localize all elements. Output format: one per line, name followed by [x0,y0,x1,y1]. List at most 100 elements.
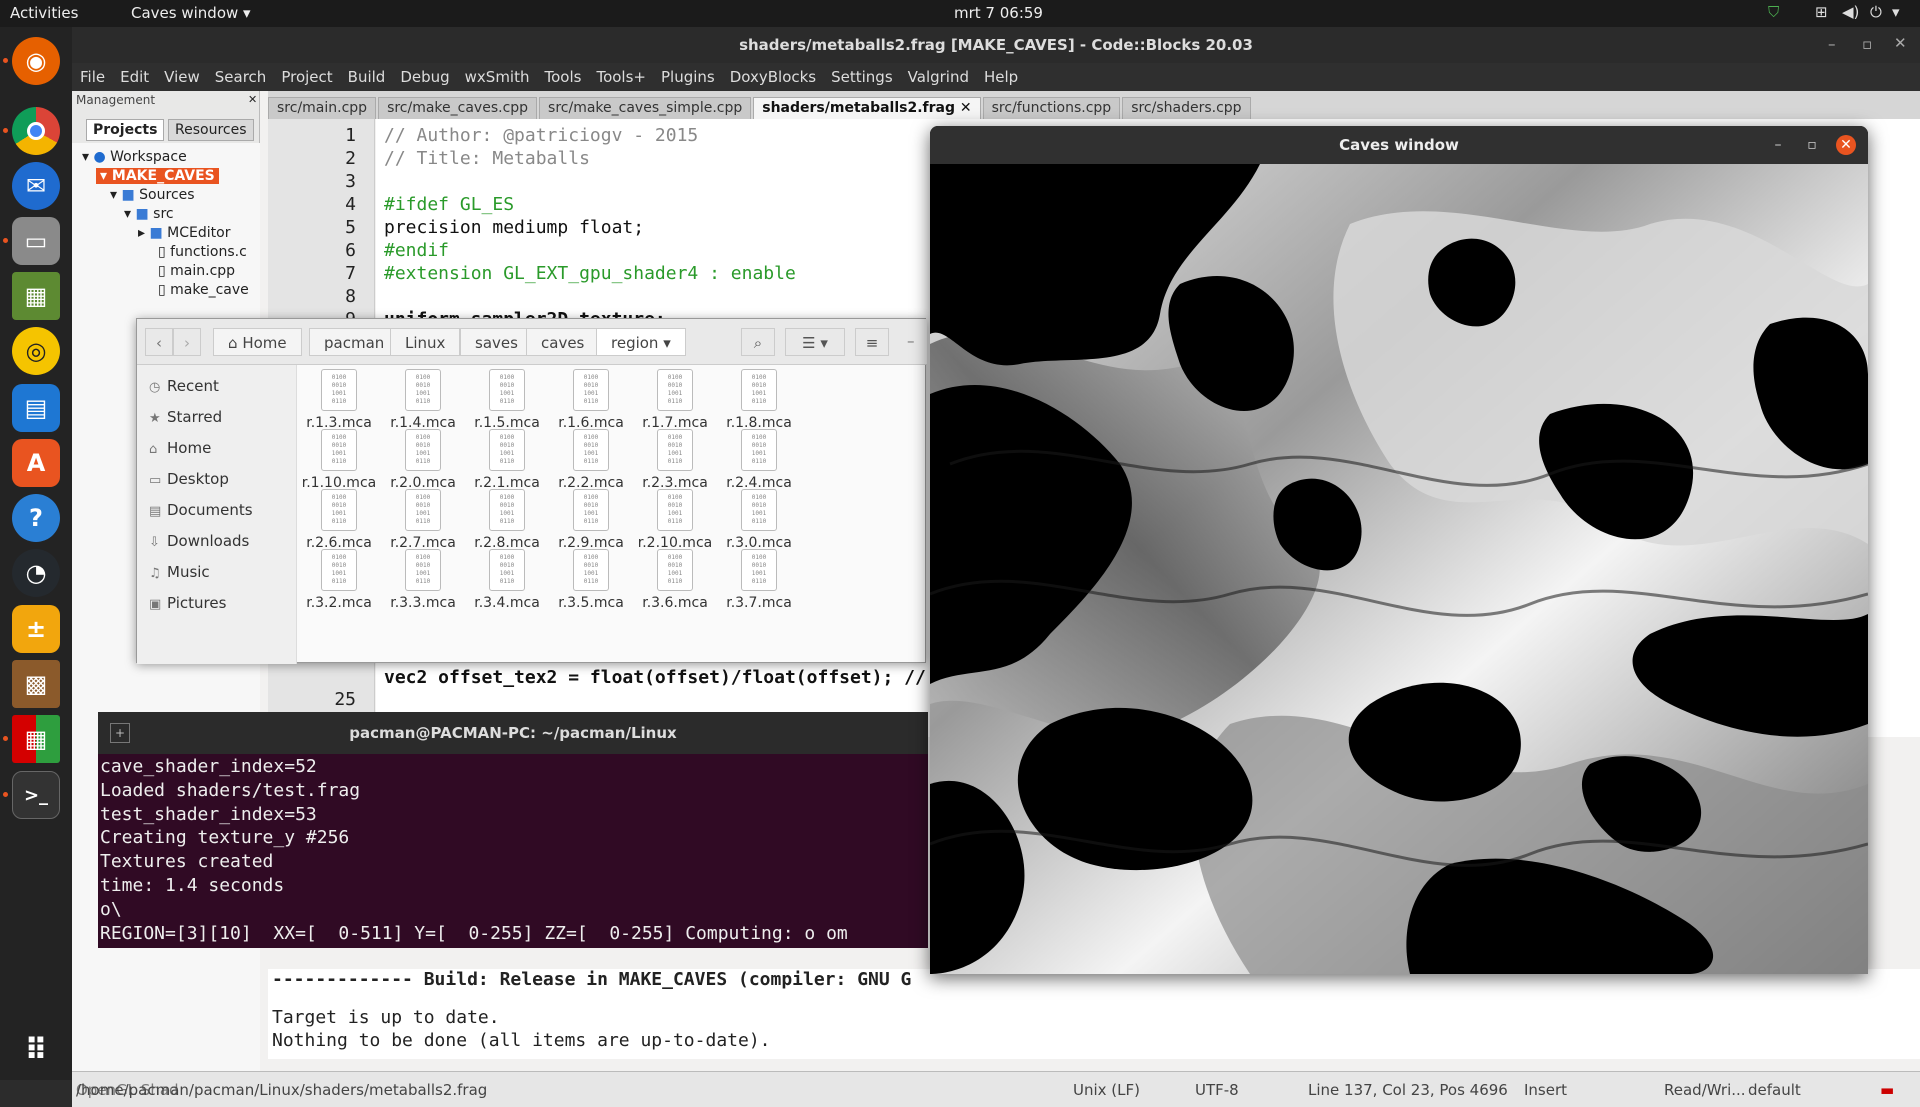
tab-resources[interactable]: Resources [168,119,254,141]
menu-build[interactable]: Build [348,68,386,86]
close-icon[interactable]: ✕ [1894,34,1907,52]
thunderbird-icon[interactable]: ✉ [12,162,60,210]
sidebar-item-label: Desktop [167,470,229,488]
help-icon[interactable]: ? [12,494,60,542]
sidebar-item-recent[interactable]: ◷ Recent [149,377,219,395]
minimize-icon[interactable]: – [907,332,915,350]
tab-make-caves-cpp[interactable]: src/make_caves.cpp [378,97,538,119]
binary-file-icon: 0100 0010 1001 0110 [741,489,777,531]
crafting-icon[interactable]: ▩ [12,660,60,708]
tab-make-caves-simple-cpp[interactable]: src/make_caves_simple.cpp [539,97,752,119]
back-icon[interactable]: ‹ [145,328,173,356]
breadcrumb-pacman[interactable]: pacman [309,328,400,356]
menu-plugins[interactable]: Plugins [661,68,715,86]
sidebar-item-label: Recent [167,377,219,395]
menu-wxsmith[interactable]: wxSmith [465,68,530,86]
tab-main-cpp[interactable]: src/main.cpp [268,97,377,119]
sidebar-item-documents[interactable]: ▤ Documents [149,501,253,519]
close-icon[interactable]: ✕ [248,93,257,106]
sidebar-item-label: Downloads [167,532,250,550]
menu-file[interactable]: File [80,68,105,86]
line-number: 8 [345,286,356,307]
maximize-icon[interactable]: ▫ [1802,135,1822,155]
binary-file-icon: 0100 0010 1001 0110 [657,549,693,591]
maximize-icon[interactable]: ▫ [1862,35,1872,53]
minimize-icon[interactable]: – [1768,135,1788,155]
power-icon[interactable]: ⏻ [1870,3,1882,21]
tree-mceditor[interactable]: ▸ ■ MCEditor [138,225,230,241]
menu-view[interactable]: View [164,68,200,86]
file-item[interactable]: 0100 0010 1001 0110 r.1.8.mca [709,369,809,431]
github-icon[interactable]: ◔ [12,549,60,597]
clock[interactable]: mrt 7 06:59 [954,4,1043,22]
terminal-output[interactable]: cave_shader_index=52 Loaded shaders/test.… [98,754,928,948]
file-item[interactable]: 0100 0010 1001 0110 r.3.7.mca [709,549,809,611]
file-item[interactable]: 0100 0010 1001 0110 r.3.0.mca [709,489,809,551]
tab-shaders-cpp[interactable]: src/shaders.cpp [1122,97,1251,119]
sidebar-item-music[interactable]: ♫ Music [149,563,210,581]
tab-metaballs2-frag[interactable]: shaders/metaballs2.frag ✕ [753,97,981,119]
breadcrumb-home[interactable]: ⌂ Home [213,328,302,356]
new-tab-icon[interactable]: + [110,723,130,743]
menu-settings[interactable]: Settings [831,68,893,86]
breadcrumb-caves[interactable]: caves [526,328,600,356]
tree-file[interactable]: ▯ functions.c [158,244,247,260]
menu-help[interactable]: Help [984,68,1018,86]
menu-tools[interactable]: Tools [545,68,582,86]
tab-functions-cpp[interactable]: src/functions.cpp [982,97,1121,119]
chrome-icon[interactable] [12,107,60,155]
search-icon[interactable]: ⌕ [741,328,775,356]
minimize-icon[interactable]: – [1828,35,1836,53]
sidebar-item-downloads[interactable]: ⇩ Downloads [149,532,249,550]
sidebar-item-home[interactable]: ⌂ Home [149,439,211,457]
menu-search[interactable]: Search [215,68,267,86]
tab-projects[interactable]: Projects [86,119,165,141]
sidebar-item-label: Documents [167,501,253,519]
tree-workspace[interactable]: ▾ ● Workspace [82,149,187,165]
files-icon[interactable]: ▭ [12,217,60,265]
app-menu[interactable]: Caves window ▾ [131,4,251,22]
codeblocks-icon[interactable]: ▦ [12,715,60,763]
menu-edit[interactable]: Edit [120,68,149,86]
menu-tools-plus[interactable]: Tools+ [596,68,646,86]
breadcrumb-region[interactable]: region ▾ [596,328,686,356]
menu-icon[interactable]: ≡ [855,328,889,356]
sidebar-item-starred[interactable]: ★ Starred [149,408,222,426]
menu-debug[interactable]: Debug [400,68,449,86]
tree-project[interactable]: ▾ MAKE_CAVES [96,168,219,184]
shield-icon[interactable]: ⛉ [1768,3,1779,21]
cave-render-canvas[interactable] [930,164,1868,974]
sidebar-item-pictures[interactable]: ▣ Pictures [149,594,226,612]
view-options-icon[interactable]: ☰ ▾ [785,328,845,356]
close-icon[interactable]: ✕ [1836,135,1856,155]
menu-doxyblocks[interactable]: DoxyBlocks [730,68,816,86]
tree-file[interactable]: ▯ main.cpp [158,263,235,279]
breadcrumb-linux[interactable]: Linux [390,328,461,356]
rhythmbox-icon[interactable]: ◎ [12,327,60,375]
menu-valgrind[interactable]: Valgrind [908,68,969,86]
software-icon[interactable]: A [12,439,60,487]
sidebar-item-desktop[interactable]: ▭ Desktop [149,470,229,488]
breadcrumb-saves[interactable]: saves [460,328,533,356]
terminal-line: test_shader_index=53 [100,803,317,825]
file-manager-toolbar: ‹ › ⌂ Home pacman Linux saves caves regi… [137,319,927,365]
tree-sources[interactable]: ▾ ■ Sources [110,187,195,203]
minecraft-icon[interactable]: ▦ [12,272,60,320]
network-icon[interactable]: ⊞ [1815,3,1828,21]
writer-icon[interactable]: ▤ [12,384,60,432]
close-icon[interactable]: ✕ [960,100,972,116]
volume-icon[interactable]: ◀) [1842,3,1859,21]
terminal-icon[interactable]: >_ [12,771,60,819]
forward-icon[interactable]: › [173,328,201,356]
menu-project[interactable]: Project [281,68,332,86]
status-profile: default [1748,1081,1801,1099]
firefox-icon[interactable]: ◉ [12,37,60,85]
tree-file[interactable]: ▯ make_cave [158,282,249,298]
calculator-icon[interactable]: ± [12,605,60,653]
apps-grid-icon[interactable]: ⠿ [12,1026,60,1074]
activities-button[interactable]: Activities [10,4,78,22]
chevron-down-icon[interactable]: ▾ [1892,3,1900,21]
file-manager-window: ‹ › ⌂ Home pacman Linux saves caves regi… [136,318,927,664]
tree-src[interactable]: ▾ ■ src [124,206,174,222]
file-item[interactable]: 0100 0010 1001 0110 r.2.4.mca [709,429,809,491]
